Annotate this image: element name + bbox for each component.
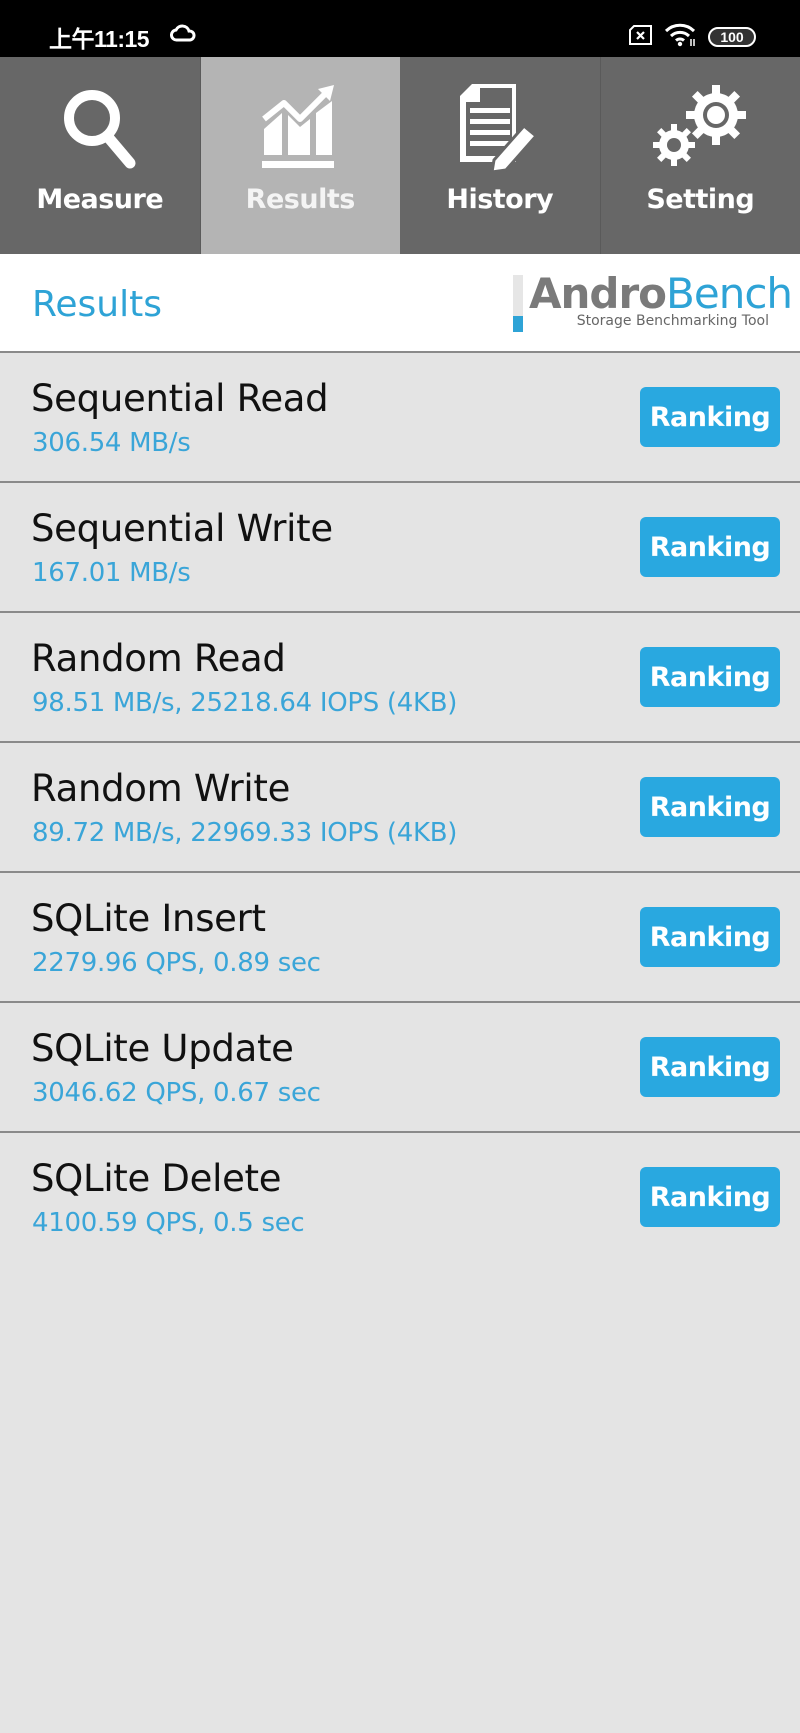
result-value: 167.01 MB/s (32, 558, 191, 588)
result-title: SQLite Update (31, 1027, 294, 1070)
page-title: Results (32, 284, 162, 325)
wifi-icon (664, 23, 698, 51)
result-title: Random Write (31, 767, 291, 810)
ranking-button[interactable]: Ranking (640, 1037, 780, 1097)
result-row-random-read: Random Read 98.51 MB/s, 25218.64 IOPS (4… (0, 613, 800, 743)
result-title: Sequential Write (31, 507, 333, 550)
tab-label: Results (245, 184, 356, 215)
result-value: 4100.59 QPS, 0.5 sec (32, 1208, 305, 1238)
result-row-sequential-write: Sequential Write 167.01 MB/s Ranking (0, 483, 800, 613)
logo-bar-accent (513, 316, 523, 332)
result-value: 98.51 MB/s, 25218.64 IOPS (4KB) (32, 688, 458, 718)
tab-label: Setting (646, 184, 755, 215)
result-value: 306.54 MB/s (32, 428, 191, 458)
cloud-icon (169, 24, 196, 46)
battery-level: 100 (720, 29, 744, 45)
document-edit-icon (458, 81, 542, 173)
sim-none-icon (628, 24, 654, 50)
logo-name: AndroBench (529, 269, 793, 318)
logo-bench: Bench (666, 269, 793, 318)
result-value: 3046.62 QPS, 0.67 sec (32, 1078, 321, 1108)
result-title: Sequential Read (31, 377, 329, 420)
logo-tagline: Storage Benchmarking Tool (576, 313, 769, 329)
status-time: 上午11:15 (49, 26, 150, 52)
result-row-sequential-read: Sequential Read 306.54 MB/s Ranking (0, 353, 800, 483)
result-value: 2279.96 QPS, 0.89 sec (32, 948, 321, 978)
result-title: SQLite Delete (31, 1157, 282, 1200)
logo-andro: Andro (529, 269, 667, 318)
result-row-sqlite-insert: SQLite Insert 2279.96 QPS, 0.89 sec Rank… (0, 873, 800, 1003)
ranking-button[interactable]: Ranking (640, 647, 780, 707)
status-bar: 上午11:15 100 (0, 0, 800, 57)
result-row-sqlite-delete: SQLite Delete 4100.59 QPS, 0.5 sec Ranki… (0, 1133, 800, 1261)
results-list: Sequential Read 306.54 MB/s Ranking Sequ… (0, 353, 800, 1261)
tab-label: Measure (36, 184, 164, 215)
results-header: Results AndroBench Storage Benchmarking … (0, 254, 800, 353)
androbench-logo: AndroBench Storage Benchmarking Tool (513, 269, 793, 333)
tab-history[interactable]: History (400, 57, 601, 254)
result-title: SQLite Insert (31, 897, 266, 940)
result-row-sqlite-update: SQLite Update 3046.62 QPS, 0.67 sec Rank… (0, 1003, 800, 1133)
ranking-button[interactable]: Ranking (640, 777, 780, 837)
tab-results[interactable]: Results (200, 57, 400, 254)
ranking-button[interactable]: Ranking (640, 1167, 780, 1227)
result-row-random-write: Random Write 89.72 MB/s, 22969.33 IOPS (… (0, 743, 800, 873)
chart-icon (260, 81, 340, 173)
gears-icon (652, 81, 748, 173)
tab-label: History (446, 184, 554, 215)
tab-measure[interactable]: Measure (0, 57, 201, 254)
result-value: 89.72 MB/s, 22969.33 IOPS (4KB) (32, 818, 458, 848)
search-icon (58, 81, 142, 173)
tab-bar: Measure Results History Setting (0, 57, 800, 254)
result-title: Random Read (31, 637, 286, 680)
logo-bar (513, 275, 523, 316)
battery-icon: 100 (708, 27, 756, 47)
tab-setting[interactable]: Setting (600, 57, 800, 254)
ranking-button[interactable]: Ranking (640, 387, 780, 447)
ranking-button[interactable]: Ranking (640, 907, 780, 967)
status-icons: 100 (628, 23, 756, 51)
ranking-button[interactable]: Ranking (640, 517, 780, 577)
